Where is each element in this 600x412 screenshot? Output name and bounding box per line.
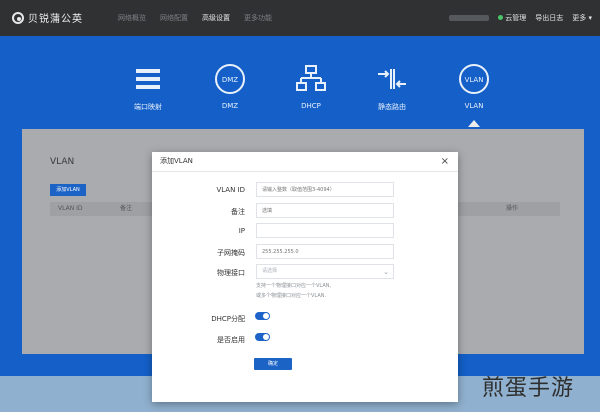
column-header: 备注 (120, 205, 133, 212)
watermark-text: 煎蛋手游 (482, 376, 575, 401)
brand-name: 贝锐蒲公英 (28, 14, 83, 25)
dhcp-network-icon (281, 62, 341, 96)
feature-dmz[interactable]: DMZ DMZ (200, 62, 260, 110)
brand-logo[interactable]: 贝锐蒲公英 (12, 10, 83, 25)
svg-text:DMZ: DMZ (222, 76, 238, 84)
ip-row: IP (152, 223, 458, 239)
remark-row: 备注 (152, 203, 458, 219)
column-header: 操作 (506, 205, 519, 212)
remark-label: 备注 (231, 208, 245, 216)
top-navbar: 贝锐蒲公英 网络概览 网络配置 高级设置 更多功能 云管理 导出日志 更多 ▾ (0, 0, 600, 36)
feature-label: DMZ (221, 102, 239, 110)
feature-port-mapping[interactable]: 端口映射 (118, 62, 178, 112)
confirm-button[interactable]: 确定 (254, 358, 292, 370)
dhcp-row: DHCP分配 (152, 310, 458, 326)
vlan-icon: VLAN (444, 62, 504, 96)
feature-static-route[interactable]: 静态路由 (362, 62, 422, 112)
ip-input[interactable] (256, 223, 394, 238)
physical-interface-row: 物理接口 请选择 ⌄ (152, 264, 458, 280)
feature-label: VLAN (464, 102, 484, 110)
header-actions: 云管理 导出日志 更多 ▾ (449, 13, 592, 23)
nav-item-overview[interactable]: 网络概览 (118, 13, 146, 23)
cloud-manage-link[interactable]: 云管理 (498, 13, 526, 23)
column-header: VLAN ID (58, 205, 83, 212)
add-vlan-dialog: 添加VLAN × VLAN ID 备注 IP 子网掩码 物理接口 请选择 ⌄ 支… (152, 152, 458, 402)
ip-label: IP (238, 227, 245, 235)
dmz-icon: DMZ (200, 62, 260, 96)
dialog-title: 添加VLAN (160, 157, 193, 165)
dhcp-toggle[interactable] (255, 312, 270, 320)
interface-hint: 支持一个物理接口对应一个VLAN, 或多个物理接口对应一个VLAN. (256, 283, 332, 299)
account-info (449, 15, 490, 21)
feature-vlan[interactable]: VLAN VLAN (444, 62, 504, 127)
enable-label: 是否启用 (217, 336, 245, 344)
export-log-link[interactable]: 导出日志 (535, 13, 563, 23)
static-route-icon (362, 62, 422, 96)
nav-item-more-functions[interactable]: 更多功能 (244, 13, 272, 23)
more-menu[interactable]: 更多 ▾ (572, 13, 592, 23)
svg-text:VLAN: VLAN (465, 76, 484, 84)
subnet-mask-input[interactable] (256, 244, 394, 259)
physical-interface-label: 物理接口 (217, 269, 245, 277)
chevron-down-icon: ⌄ (383, 268, 389, 276)
port-mapping-icon (118, 62, 178, 96)
nav-item-network-config[interactable]: 网络配置 (160, 13, 188, 23)
feature-label: 端口映射 (134, 103, 162, 111)
feature-label: 静态路由 (378, 103, 406, 111)
feature-dhcp[interactable]: DHCP (281, 62, 341, 110)
subnet-mask-row: 子网掩码 (152, 244, 458, 260)
remark-input[interactable] (256, 203, 394, 218)
panel-title: VLAN (50, 157, 75, 167)
enable-row: 是否启用 (152, 331, 458, 347)
vlan-id-input[interactable] (256, 182, 394, 197)
close-icon[interactable]: × (441, 152, 449, 171)
subnet-mask-label: 子网掩码 (217, 249, 245, 257)
dialog-header: 添加VLAN × (152, 152, 458, 172)
nav-item-advanced-settings[interactable]: 高级设置 (202, 13, 230, 23)
feature-label: DHCP (301, 102, 321, 110)
physical-interface-select[interactable]: 请选择 ⌄ (256, 264, 394, 279)
vlan-id-label: VLAN ID (216, 186, 245, 194)
online-status-icon (498, 15, 504, 20)
add-vlan-button[interactable]: 添加VLAN (50, 184, 86, 196)
dhcp-label: DHCP分配 (211, 315, 245, 323)
main-nav: 网络概览 网络配置 高级设置 更多功能 (118, 13, 272, 23)
enable-toggle[interactable] (255, 333, 270, 341)
logo-icon (12, 11, 24, 24)
vlan-id-row: VLAN ID (152, 182, 458, 198)
chevron-down-icon: ▾ (588, 14, 592, 22)
